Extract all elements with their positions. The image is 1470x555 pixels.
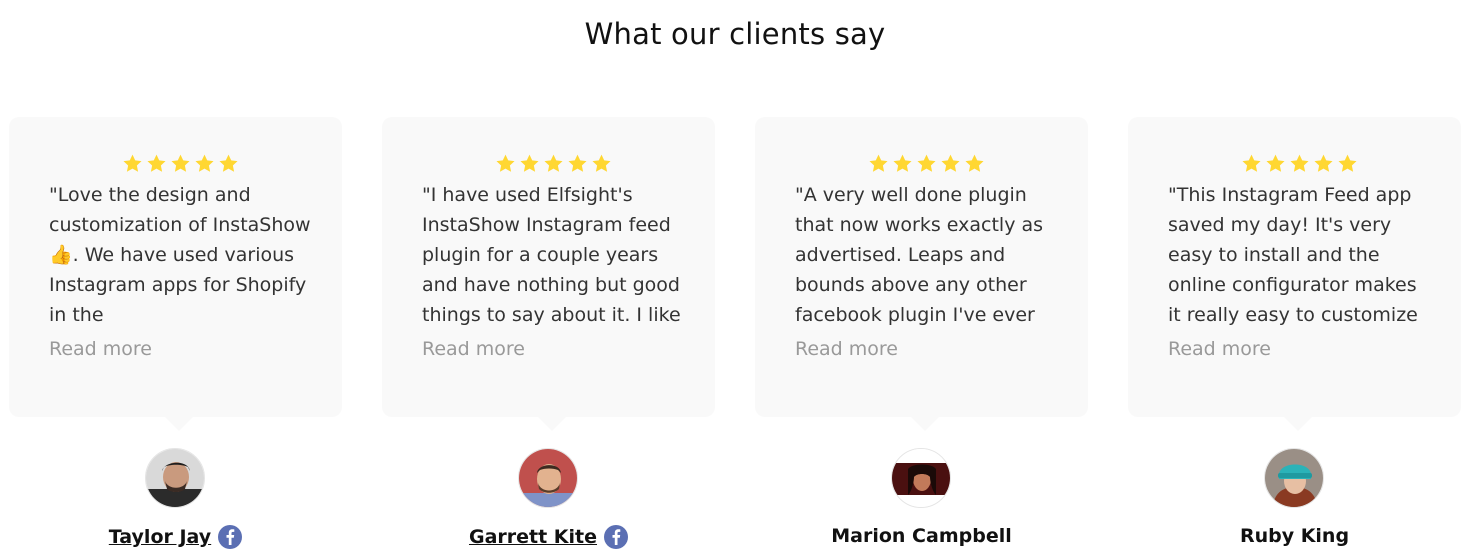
author: Taylor Jay: [9, 525, 342, 549]
avatar: [518, 448, 578, 508]
read-more-link[interactable]: Read more: [1168, 338, 1431, 360]
testimonial-card-garrett-kite: "I have used Elfsight's InstaShow Instag…: [382, 117, 715, 555]
read-more-link[interactable]: Read more: [49, 338, 312, 360]
star-icon: [1265, 153, 1286, 174]
author-name-link[interactable]: Taylor Jay: [109, 526, 211, 548]
testimonials-section: What our clients say "Love the design an…: [0, 0, 1470, 555]
star-icon: [495, 153, 516, 174]
star-icon: [591, 153, 612, 174]
testimonial-bubble: "Love the design and customization of In…: [9, 117, 342, 431]
star-icon: [543, 153, 564, 174]
author: Garrett Kite: [382, 525, 715, 549]
author: Marion Campbell: [755, 525, 1088, 547]
star-icon: [1313, 153, 1334, 174]
star-icon: [892, 153, 913, 174]
star-icon: [964, 153, 985, 174]
avatar-photo-garrett-kite: [519, 449, 577, 507]
author-name-link[interactable]: Garrett Kite: [469, 526, 597, 548]
testimonial-quote: "A very well done plugin that now works …: [795, 184, 1050, 326]
testimonial-card-taylor-jay: "Love the design and customization of In…: [9, 117, 342, 555]
author-name: Ruby King: [1239, 525, 1350, 547]
testimonial-quote: "I have used Elfsight's InstaShow Instag…: [422, 184, 681, 326]
testimonial-card-ruby-king: "This Instagram Feed app saved my day! I…: [1128, 117, 1461, 555]
facebook-icon[interactable]: [604, 525, 629, 549]
avatar: [891, 448, 951, 508]
star-icon: [940, 153, 961, 174]
avatar: [1264, 448, 1324, 508]
testimonial-bubble: "A very well done plugin that now works …: [755, 117, 1088, 431]
testimonial-card-marion-campbell: "A very well done plugin that now works …: [755, 117, 1088, 555]
star-rating: [49, 153, 312, 177]
read-more-link[interactable]: Read more: [795, 338, 1058, 360]
star-icon: [170, 153, 191, 174]
testimonial-bubble: "I have used Elfsight's InstaShow Instag…: [382, 117, 715, 431]
star-icon: [1241, 153, 1262, 174]
star-icon: [567, 153, 588, 174]
avatar-photo-marion-campbell: [892, 449, 950, 507]
star-icon: [1337, 153, 1358, 174]
facebook-icon[interactable]: [218, 525, 243, 549]
avatar-photo-ruby-king: [1265, 449, 1323, 507]
star-rating: [1168, 153, 1431, 177]
star-icon: [146, 153, 167, 174]
testimonial-quote: "Love the design and customization of In…: [49, 184, 311, 326]
author-name: Marion Campbell: [831, 525, 1012, 547]
star-icon: [1289, 153, 1310, 174]
star-icon: [916, 153, 937, 174]
star-icon: [122, 153, 143, 174]
star-icon: [519, 153, 540, 174]
read-more-link[interactable]: Read more: [422, 338, 685, 360]
section-title: What our clients say: [584, 17, 886, 51]
avatar-photo-taylor-jay: [146, 449, 204, 507]
star-icon: [868, 153, 889, 174]
star-rating: [422, 153, 685, 177]
testimonial-quote: "This Instagram Feed app saved my day! I…: [1168, 184, 1423, 326]
star-icon: [218, 153, 239, 174]
testimonial-bubble: "This Instagram Feed app saved my day! I…: [1128, 117, 1461, 431]
avatar: [145, 448, 205, 508]
author: Ruby King: [1128, 525, 1461, 547]
star-icon: [194, 153, 215, 174]
star-rating: [795, 153, 1058, 177]
